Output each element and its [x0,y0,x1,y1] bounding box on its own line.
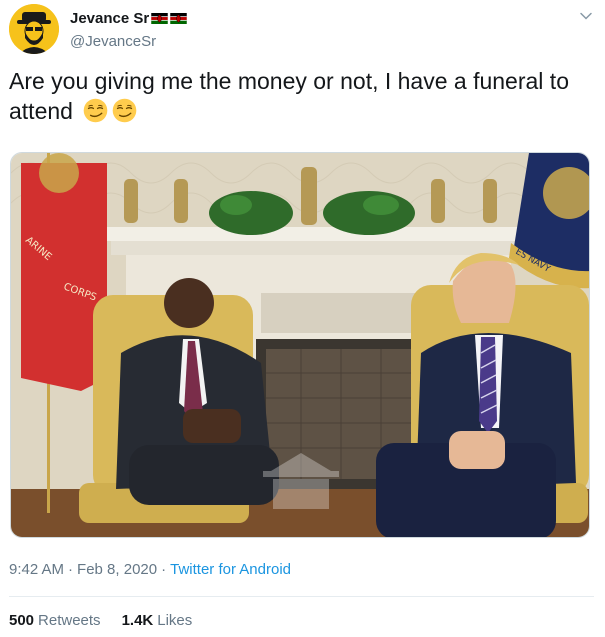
chevron-down-icon[interactable] [578,8,594,24]
display-name-text: Jevance Sr [70,10,150,27]
likes-stat[interactable]: 1.4K Likes [122,612,193,629]
meta-separator: · [68,561,74,578]
kenya-flag-icon [170,13,187,24]
avatar[interactable] [9,4,59,54]
kenya-flag-icon [151,13,168,24]
divider [9,596,594,597]
display-name[interactable]: Jevance Sr [70,10,187,27]
tweet-text: Are you giving me the money or not, I ha… [9,66,594,126]
tweet-stats: 500 Retweets 1.4K Likes [9,612,213,629]
meta-separator: · [161,561,167,578]
retweets-label: Retweets [38,612,101,629]
oval-office-meeting-photo: ARINE CORPS ES NAVY [11,153,589,537]
likes-count: 1.4K [121,612,154,629]
tweet-photo[interactable]: ARINE CORPS ES NAVY [10,152,590,538]
smirking-face-icon [84,98,108,123]
user-handle[interactable]: @JevanceSr [70,33,156,50]
smirking-face-icon [113,98,137,123]
tweet-time[interactable]: 9:42 AM [9,561,64,578]
retweets-count: 500 [9,612,35,629]
avatar-illustration-icon [9,4,59,54]
retweets-stat[interactable]: 500 Retweets [9,612,101,629]
tweet: Jevance Sr @JevanceSr Are you giving me … [0,0,605,637]
tweet-source-link[interactable]: Twitter for Android [170,561,291,578]
tweet-meta: 9:42 AM · Feb 8, 2020 · Twitter for Android [9,561,291,578]
likes-label: Likes [157,612,193,629]
tweet-date[interactable]: Feb 8, 2020 [77,561,157,578]
